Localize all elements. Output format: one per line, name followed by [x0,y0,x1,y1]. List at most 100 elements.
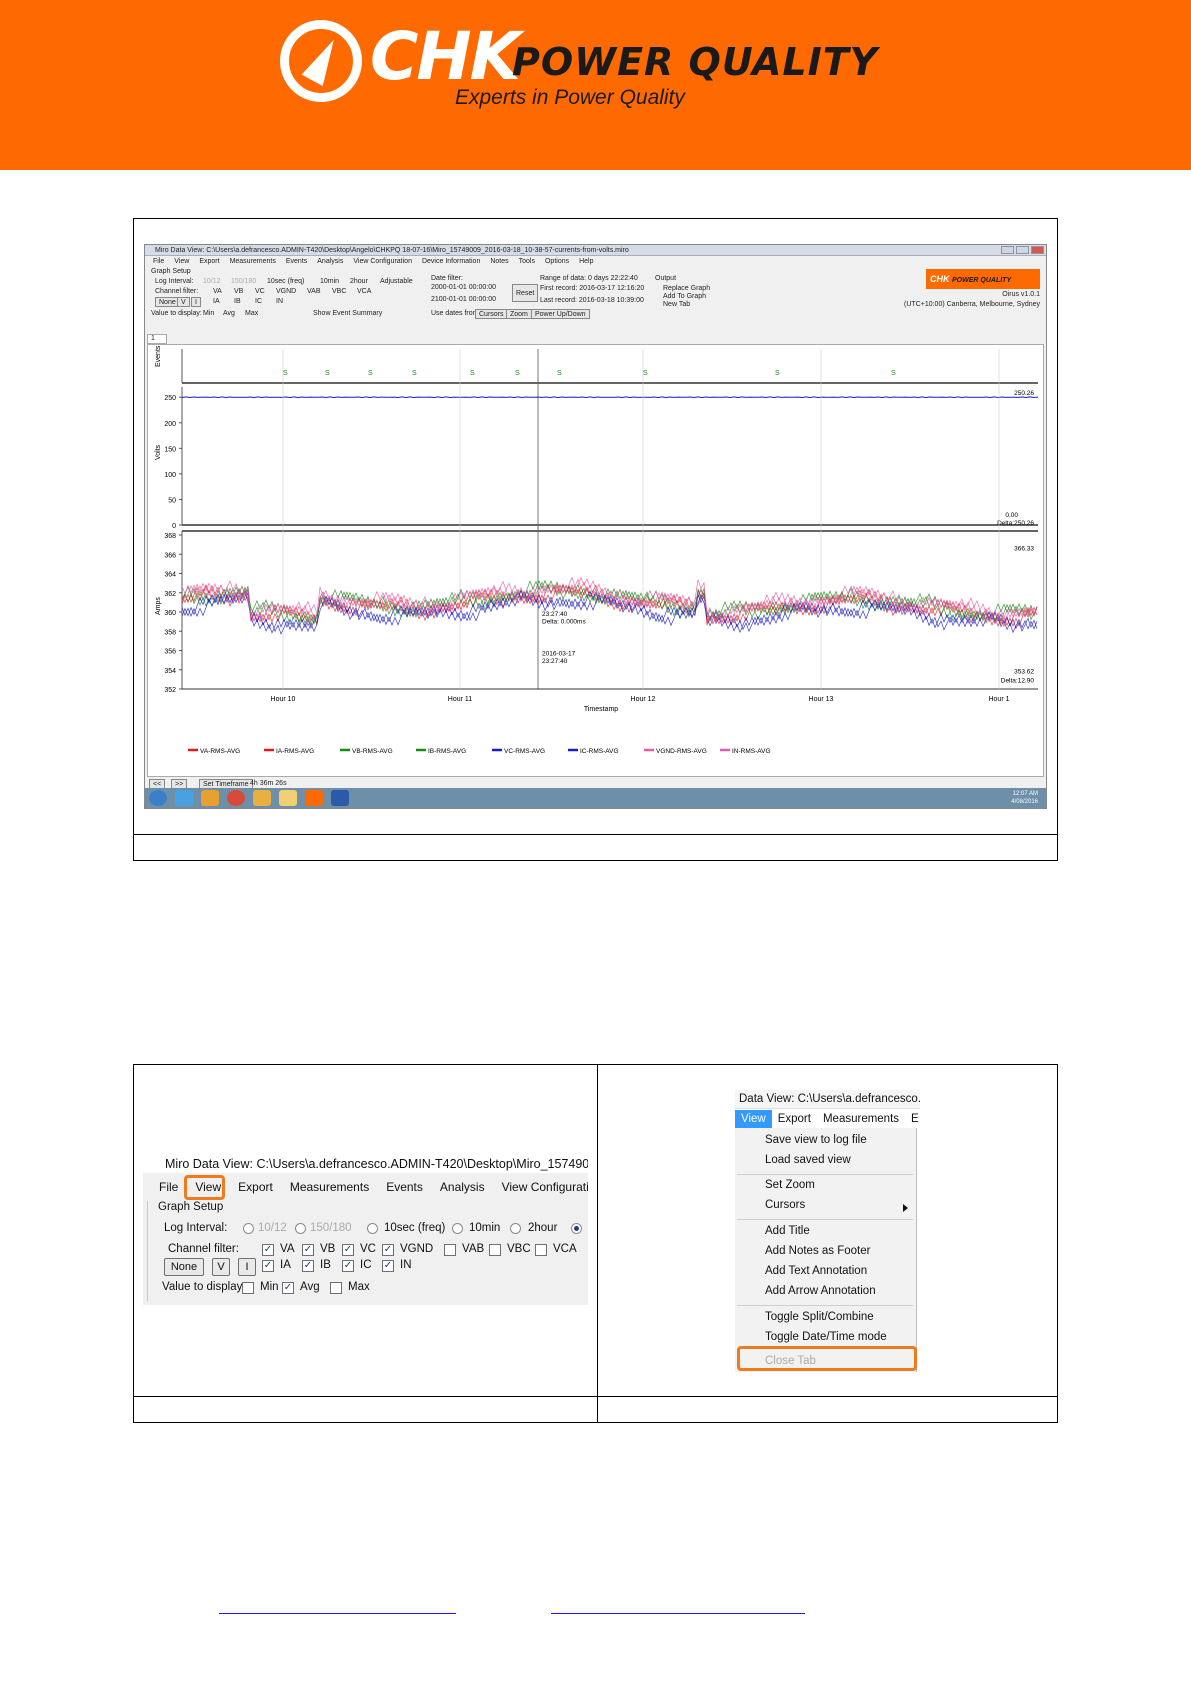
log-interval-150-180-radio[interactable] [295,1223,306,1234]
close-icon[interactable] [1031,246,1044,254]
date-to-field[interactable]: 2100-01-01 00:00:00 [431,296,496,303]
value-avg[interactable]: Avg [223,310,235,317]
menu-events[interactable]: E [905,1113,920,1125]
channel-in[interactable]: IN [276,298,283,305]
ib-checkbox[interactable]: ✓ [302,1260,314,1272]
channel-ib[interactable]: IB [234,298,241,305]
ie-icon[interactable] [175,790,193,806]
value-min[interactable]: Min [203,310,214,317]
add-notes-footer-item[interactable]: Add Notes as Footer [765,1245,870,1257]
channel-vab[interactable]: VAB [307,288,321,295]
channel-vb[interactable]: VB [234,288,243,295]
menu-export[interactable]: Export [238,1180,273,1194]
output-add-to-graph[interactable]: Add To Graph [663,293,706,300]
zoom-button[interactable]: Zoom [506,309,532,319]
menu-view-active[interactable]: View [735,1110,772,1128]
add-arrow-annotation-item[interactable]: Add Arrow Annotation [765,1285,876,1297]
tab-1[interactable]: 1 [147,334,167,344]
channel-ia[interactable]: IA [213,298,220,305]
vgnd-checkbox[interactable]: ✓ [382,1244,394,1256]
minimize-icon[interactable] [1001,246,1014,254]
outlook-icon[interactable] [253,790,271,806]
miro-icon[interactable] [305,790,323,806]
vbc-checkbox[interactable] [489,1244,501,1256]
media-icon[interactable] [201,790,219,806]
log-interval-10min[interactable]: 10min [320,278,339,285]
channel-vca[interactable]: VCA [357,288,371,295]
log-interval-10min-radio[interactable] [452,1223,463,1234]
footer-link-1[interactable] [219,1613,456,1614]
set-zoom-item[interactable]: Set Zoom [765,1179,815,1191]
menu-device-information[interactable]: Device Information [422,258,480,265]
menu-view-configuration[interactable]: View Configuration [502,1180,588,1194]
log-interval-2hour[interactable]: 2hour [350,278,368,285]
log-interval-10sec[interactable]: 10sec (freq) [267,278,304,285]
toggle-date-time-item[interactable]: Toggle Date/Time mode [765,1331,887,1343]
load-view-item[interactable]: Load saved view [765,1154,851,1166]
menu-measurements[interactable]: Measurements [290,1180,369,1194]
avg-checkbox[interactable]: ✓ [282,1282,294,1294]
add-text-annotation-item[interactable]: Add Text Annotation [765,1265,867,1277]
output-replace-graph[interactable]: Replace Graph [663,285,710,292]
show-event-summary[interactable]: Show Event Summary [313,310,382,317]
vc-checkbox[interactable]: ✓ [342,1244,354,1256]
ia-checkbox[interactable]: ✓ [262,1260,274,1272]
menu-tools[interactable]: Tools [519,258,535,265]
menu-events[interactable]: Events [386,1180,423,1194]
channel-vbc[interactable]: VBC [332,288,346,295]
menu-file[interactable]: File [159,1180,178,1194]
none-button[interactable]: None [164,1258,204,1276]
log-interval-10-12-radio[interactable] [243,1223,254,1234]
log-interval-adjustable[interactable]: Adjustable [380,278,413,285]
channel-vgnd[interactable]: VGND [276,288,296,295]
channel-ic[interactable]: IC [255,298,262,305]
value-max[interactable]: Max [245,310,258,317]
menu-options[interactable]: Options [545,258,569,265]
in-checkbox[interactable]: ✓ [382,1260,394,1272]
vb-checkbox[interactable]: ✓ [302,1244,314,1256]
menu-analysis[interactable]: Analysis [440,1180,485,1194]
vca-checkbox[interactable] [535,1244,547,1256]
add-title-item[interactable]: Add Title [765,1225,810,1237]
toggle-split-item[interactable]: Toggle Split/Combine [765,1311,874,1323]
menu-view-configuration[interactable]: View Configuration [353,258,412,265]
menu-analysis[interactable]: Analysis [317,258,343,265]
reset-button[interactable]: Reset [512,284,539,302]
log-interval-10-12[interactable]: 10/12 [203,278,221,285]
menu-file[interactable]: File [153,258,164,265]
v-button[interactable]: V [177,297,190,307]
output-new-tab[interactable]: New Tab [663,301,690,308]
date-from-field[interactable]: 2000-01-01 00:00:00 [431,284,496,291]
max-checkbox[interactable] [330,1282,342,1294]
folder-icon[interactable] [279,790,297,806]
min-checkbox[interactable] [242,1282,254,1294]
menu-view[interactable]: View [174,258,189,265]
footer-link-2[interactable] [551,1613,805,1614]
menu-export[interactable]: Export [772,1113,817,1125]
ic-checkbox[interactable]: ✓ [342,1260,354,1272]
i-button[interactable]: I [238,1258,256,1276]
va-checkbox[interactable]: ✓ [262,1244,274,1256]
maximize-icon[interactable] [1016,246,1029,254]
channel-va[interactable]: VA [213,288,222,295]
menu-measurements[interactable]: Measurements [230,258,276,265]
channel-vc[interactable]: VC [255,288,265,295]
word-icon[interactable] [331,790,349,806]
i-button[interactable]: I [191,297,201,307]
menu-export[interactable]: Export [199,258,219,265]
log-interval-2hour-radio[interactable] [510,1223,521,1234]
power-up-down-button[interactable]: Power Up/Down [531,309,590,319]
start-icon[interactable] [149,790,167,806]
save-view-item[interactable]: Save view to log file [765,1134,867,1146]
cursors-button[interactable]: Cursors [475,309,508,319]
chrome-icon[interactable] [227,790,245,806]
menu-notes[interactable]: Notes [490,258,508,265]
menu-help[interactable]: Help [579,258,593,265]
log-interval-adjustable-radio[interactable] [571,1223,582,1234]
log-interval-150-180[interactable]: 150/180 [231,278,256,285]
v-button[interactable]: V [212,1258,230,1276]
menu-events[interactable]: Events [286,258,307,265]
vab-checkbox[interactable] [444,1244,456,1256]
cursors-item[interactable]: Cursors [765,1199,805,1211]
log-interval-10sec-radio[interactable] [367,1223,378,1234]
